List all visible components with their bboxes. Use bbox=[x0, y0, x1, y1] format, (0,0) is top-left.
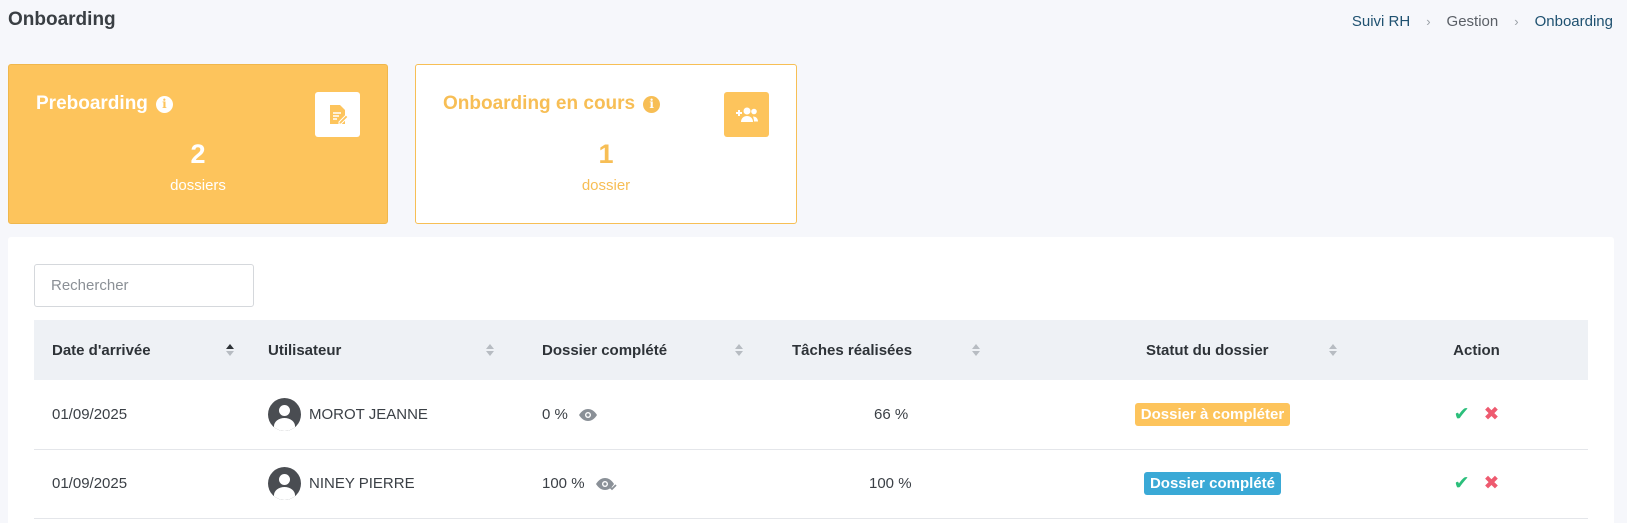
breadcrumb-item-onboarding: Onboarding bbox=[1534, 13, 1613, 30]
column-header-dossier[interactable]: Dossier complété bbox=[524, 320, 774, 380]
dossier-percent: 0 % bbox=[542, 405, 568, 423]
sort-icon[interactable] bbox=[226, 344, 234, 356]
search-input[interactable] bbox=[34, 264, 254, 307]
cell-user: MOROT JEANNE bbox=[250, 380, 524, 449]
cell-statut: Dossier à compléter bbox=[1060, 380, 1365, 449]
cell-dossier: 0 % bbox=[524, 380, 774, 449]
cell-date: 01/09/2025 bbox=[52, 475, 128, 492]
breadcrumb: Suivi RH › Gestion › Onboarding bbox=[1352, 13, 1613, 30]
card-title-label: Preboarding bbox=[36, 93, 148, 114]
card-unit: dossiers bbox=[170, 177, 226, 194]
preboarding-card[interactable]: Preboarding i 2 dossiers bbox=[8, 64, 388, 224]
column-header-label: Tâches réalisées bbox=[792, 341, 913, 359]
breadcrumb-item-suivi-rh[interactable]: Suivi RH bbox=[1352, 13, 1410, 30]
chevron-right-icon: › bbox=[1514, 14, 1519, 29]
cell-action: ✔ ✖ bbox=[1365, 380, 1588, 449]
card-unit: dossier bbox=[581, 177, 631, 194]
check-icon[interactable]: ✔ bbox=[1454, 403, 1470, 426]
cell-dossier: 100 % bbox=[524, 449, 774, 518]
cell-taches: 100 % bbox=[869, 475, 912, 492]
sort-icon[interactable] bbox=[1329, 344, 1337, 356]
sort-icon[interactable] bbox=[486, 344, 494, 356]
user-name: NINEY PIERRE bbox=[309, 475, 415, 492]
onboarding-table: Date d'arrivée Utilisateur Dossier compl… bbox=[34, 320, 1588, 519]
column-header-date[interactable]: Date d'arrivée bbox=[34, 320, 250, 380]
sort-icon[interactable] bbox=[735, 344, 743, 356]
eye-icon[interactable] bbox=[578, 408, 598, 422]
onboarding-table-panel: Date d'arrivée Utilisateur Dossier compl… bbox=[8, 237, 1614, 523]
page-title: Onboarding bbox=[8, 9, 116, 30]
close-icon[interactable]: ✖ bbox=[1484, 472, 1500, 495]
column-header-label: Utilisateur bbox=[268, 341, 342, 359]
avatar bbox=[268, 397, 301, 431]
card-count: 1 bbox=[598, 139, 614, 169]
chevron-right-icon: › bbox=[1426, 14, 1431, 29]
eye-check-icon[interactable] bbox=[595, 477, 617, 491]
avatar bbox=[268, 467, 301, 500]
column-header-label: Statut du dossier bbox=[1146, 341, 1269, 359]
check-icon[interactable]: ✔ bbox=[1454, 472, 1470, 495]
cell-date: 01/09/2025 bbox=[52, 405, 128, 423]
close-icon[interactable]: ✖ bbox=[1484, 403, 1500, 426]
column-header-label: Action bbox=[1453, 341, 1500, 359]
column-header-action: Action bbox=[1365, 320, 1588, 380]
table-row[interactable]: 01/09/2025 NINEY PIERRE 100 % 100 % Doss… bbox=[34, 449, 1588, 518]
sort-icon[interactable] bbox=[972, 344, 980, 356]
cell-taches: 66 % bbox=[874, 405, 909, 423]
cell-action: ✔ ✖ bbox=[1365, 449, 1588, 518]
column-header-taches[interactable]: Tâches réalisées bbox=[774, 320, 1060, 380]
column-header-label: Dossier complété bbox=[542, 341, 668, 359]
cell-statut: Dossier complété bbox=[1060, 449, 1365, 518]
status-badge: Dossier complété bbox=[1143, 472, 1282, 495]
info-icon[interactable]: i bbox=[643, 95, 661, 113]
dossier-percent: 100 % bbox=[542, 475, 585, 492]
breadcrumb-item-gestion[interactable]: Gestion bbox=[1447, 13, 1499, 30]
card-title-label: Onboarding en cours bbox=[443, 93, 636, 114]
column-header-user[interactable]: Utilisateur bbox=[250, 320, 524, 380]
column-header-label: Date d'arrivée bbox=[52, 341, 151, 359]
onboarding-en-cours-card[interactable]: Onboarding en cours i 1 dossier bbox=[415, 64, 797, 224]
users-plus-icon bbox=[724, 92, 769, 137]
card-title: Preboarding i bbox=[36, 93, 173, 115]
card-title: Onboarding en cours i bbox=[443, 93, 661, 115]
status-badge: Dossier à compléter bbox=[1134, 402, 1291, 426]
info-icon[interactable]: i bbox=[155, 95, 173, 113]
table-row[interactable]: 01/09/2025 MOROT JEANNE 0 % 66 % Dossier… bbox=[34, 380, 1588, 449]
card-count: 2 bbox=[190, 139, 206, 169]
cell-user: NINEY PIERRE bbox=[250, 449, 524, 518]
column-header-statut[interactable]: Statut du dossier bbox=[1060, 320, 1365, 380]
user-name: MOROT JEANNE bbox=[309, 405, 428, 423]
file-edit-icon bbox=[315, 92, 360, 137]
table-header-row: Date d'arrivée Utilisateur Dossier compl… bbox=[34, 320, 1588, 380]
